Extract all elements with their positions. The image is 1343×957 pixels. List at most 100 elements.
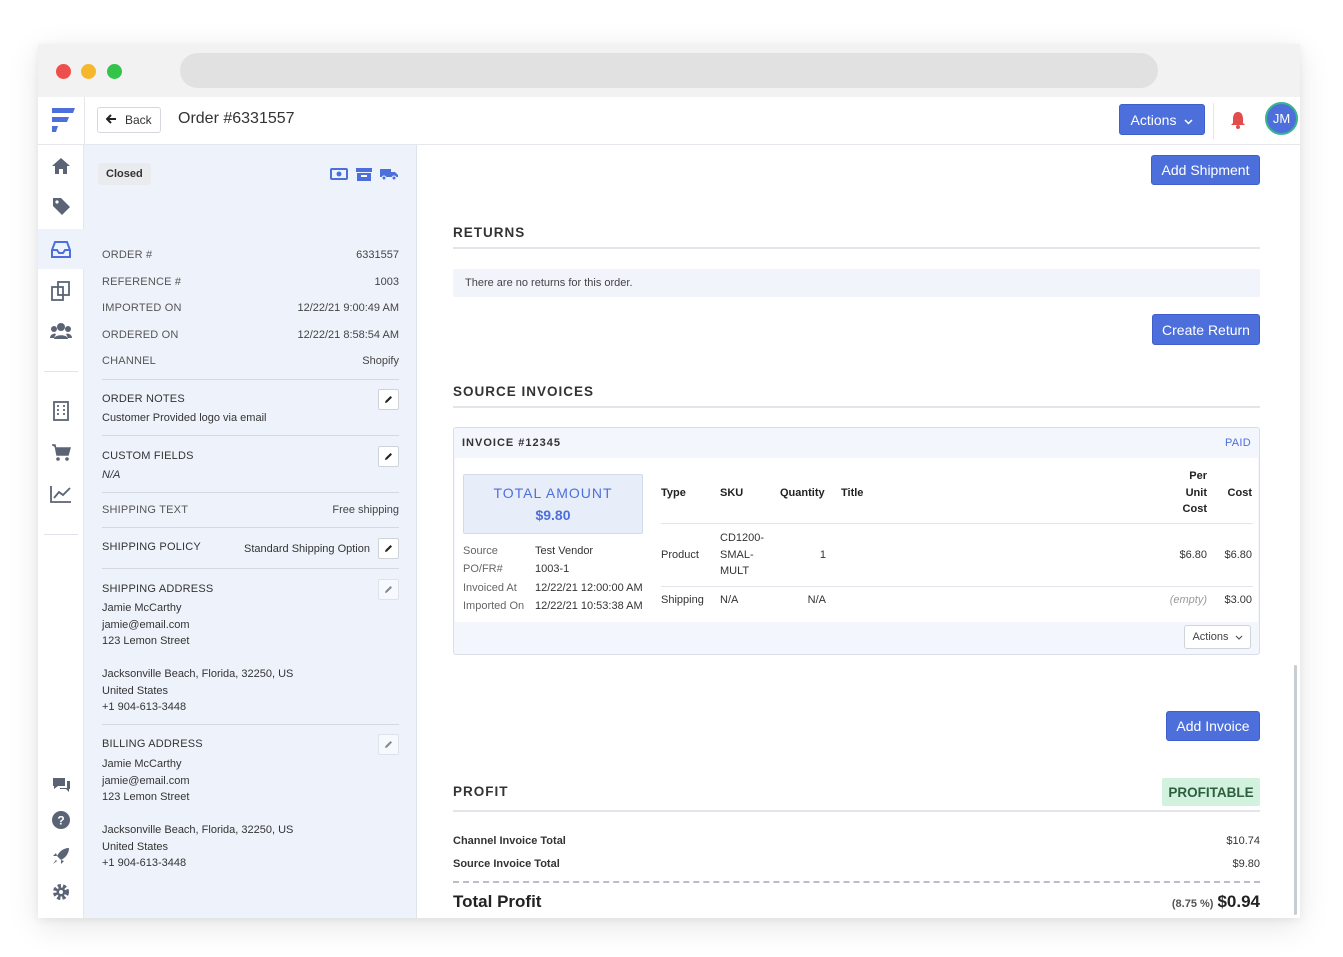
custom-fields-label: CUSTOM FIELDS: [102, 450, 194, 462]
order-status-icons: [330, 167, 398, 187]
main-scrollbar[interactable]: [1294, 665, 1297, 915]
shipping-policy-label: SHIPPING POLICY: [102, 541, 201, 553]
address-email: jamie@email.com: [102, 618, 190, 631]
total-amount-value: $9.80: [535, 507, 571, 523]
row-cost: $6.80: [1224, 549, 1252, 561]
truck-icon[interactable]: [380, 167, 398, 187]
shipping-address-label: SHIPPING ADDRESS: [102, 583, 214, 595]
gear-icon[interactable]: [50, 881, 72, 903]
edit-custom-fields-button[interactable]: [378, 446, 399, 467]
address-city-line: Jacksonville Beach, Florida, 32250, US: [102, 824, 294, 836]
returns-empty-message: There are no returns for this order.: [453, 269, 1260, 297]
column-header-sku: SKU: [720, 487, 744, 499]
header-actions-button[interactable]: Actions: [1119, 104, 1205, 135]
column-header-unit-cost: Per Unit Cost: [1175, 468, 1207, 518]
back-button[interactable]: Back: [97, 107, 161, 133]
inbox-icon[interactable]: [50, 238, 72, 260]
shipping-policy-value: Standard Shipping Option: [244, 543, 370, 555]
invoice-body: TOTAL AMOUNT $9.80 Source Test Vendor PO…: [455, 458, 1258, 622]
custom-fields-value: N/A: [102, 469, 121, 481]
address-city-line: Jacksonville Beach, Florida, 32250, US: [102, 668, 294, 680]
order-notes-value: Customer Provided logo via email: [102, 412, 267, 424]
rocket-icon[interactable]: [50, 845, 72, 867]
panel-divider: [102, 379, 399, 380]
users-icon[interactable]: [50, 320, 72, 342]
meta-value: Test Vendor: [535, 545, 594, 557]
meta-key: Invoiced At: [463, 582, 517, 594]
arrow-left-icon: [105, 113, 117, 127]
invoice-actions-dropdown[interactable]: Actions: [1184, 625, 1251, 649]
panel-divider: [102, 492, 399, 493]
copy-icon[interactable]: [50, 280, 72, 302]
profit-label: Source Invoice Total: [453, 858, 560, 870]
profit-value: $9.80: [1232, 858, 1260, 870]
address-street: 123 Lemon Street: [102, 791, 190, 803]
logo-icon[interactable]: [49, 105, 77, 135]
close-window-dot[interactable]: [56, 64, 71, 79]
billing-address-block: Jamie McCarthy jamie@email.com 123 Lemon…: [102, 756, 293, 872]
table-header-rule: [661, 523, 1253, 524]
field-value: 6331557: [356, 249, 399, 261]
archive-icon[interactable]: [356, 167, 372, 187]
address-name: Jamie McCarthy: [102, 758, 182, 770]
chart-icon[interactable]: [50, 483, 72, 505]
main-content: Add Shipment RETURNS There are no return…: [418, 145, 1300, 918]
header-word: Unit: [1185, 486, 1207, 499]
edit-billing-address-button[interactable]: [378, 734, 399, 755]
maximize-window-dot[interactable]: [107, 64, 122, 79]
meta-key: Source: [463, 545, 498, 557]
chat-icon[interactable]: [50, 774, 72, 796]
cart-icon[interactable]: [50, 442, 72, 464]
minimize-window-dot[interactable]: [81, 64, 96, 79]
pencil-icon: [384, 581, 393, 599]
home-icon[interactable]: [50, 155, 72, 177]
invoice-number: INVOICE #12345: [462, 437, 561, 449]
row-quantity: 1: [819, 549, 826, 561]
sku-line: CD1200-: [720, 532, 765, 544]
app-header: Back Order #6331557 Actions JM: [38, 97, 1300, 145]
source-invoice-total-row: Source Invoice Total $9.80: [453, 858, 1260, 870]
total-profit-row: Total Profit (8.75 %) $0.94: [453, 892, 1260, 912]
invoice-total-box: TOTAL AMOUNT $9.80: [463, 474, 643, 534]
add-shipment-button[interactable]: Add Shipment: [1151, 155, 1260, 185]
invoice-card: INVOICE #12345 PAID TOTAL AMOUNT $9.80 S…: [453, 427, 1260, 655]
address-name: Jamie McCarthy: [102, 602, 182, 614]
panel-divider: [102, 568, 399, 569]
header-word: Per: [1189, 470, 1207, 482]
status-badge: Closed: [98, 163, 151, 185]
shipping-text-row: SHIPPING TEXT Free shipping: [102, 504, 399, 516]
address-bar[interactable]: [180, 53, 1158, 88]
field-label: ORDERED ON: [102, 329, 179, 341]
order-number-row: ORDER # 6331557: [102, 249, 399, 261]
edit-shipping-policy-button[interactable]: [378, 538, 399, 559]
billing-address-label: BILLING ADDRESS: [102, 738, 203, 750]
avatar[interactable]: JM: [1265, 102, 1298, 135]
order-details-panel: Closed ORDER # 6331557 REFERENCE # 1003 …: [84, 145, 417, 918]
help-icon[interactable]: ?: [50, 809, 72, 831]
meta-key: Imported On: [463, 600, 525, 612]
panel-divider: [102, 527, 399, 528]
field-value: 12/22/21 8:58:54 AM: [297, 329, 399, 341]
column-header-cost: Cost: [1227, 487, 1252, 499]
invoice-actions-label: Actions: [1192, 631, 1229, 643]
field-label: SHIPPING TEXT: [102, 504, 189, 516]
header-word: Cost: [1182, 503, 1207, 515]
edit-shipping-address-button[interactable]: [378, 579, 399, 600]
section-rule: [453, 810, 1260, 812]
row-unit-cost: (empty): [1169, 594, 1207, 606]
tag-icon[interactable]: [50, 195, 72, 217]
pencil-icon: [384, 391, 393, 409]
create-return-button[interactable]: Create Return: [1152, 314, 1260, 345]
bell-icon[interactable]: [1229, 110, 1247, 130]
column-header-title: Title: [841, 487, 864, 499]
add-invoice-button[interactable]: Add Invoice: [1166, 711, 1260, 741]
actions-label: Actions: [1130, 111, 1177, 128]
channel-invoice-total-row: Channel Invoice Total $10.74: [453, 835, 1260, 847]
money-icon[interactable]: [330, 167, 348, 187]
row-unit-cost: $6.80: [1179, 549, 1207, 561]
row-sku: CD1200- SMAL- MULT: [720, 530, 764, 580]
building-icon[interactable]: [50, 400, 72, 422]
edit-order-notes-button[interactable]: [378, 389, 399, 410]
field-label: ORDER #: [102, 249, 153, 261]
total-profit-label: Total Profit: [453, 892, 542, 911]
